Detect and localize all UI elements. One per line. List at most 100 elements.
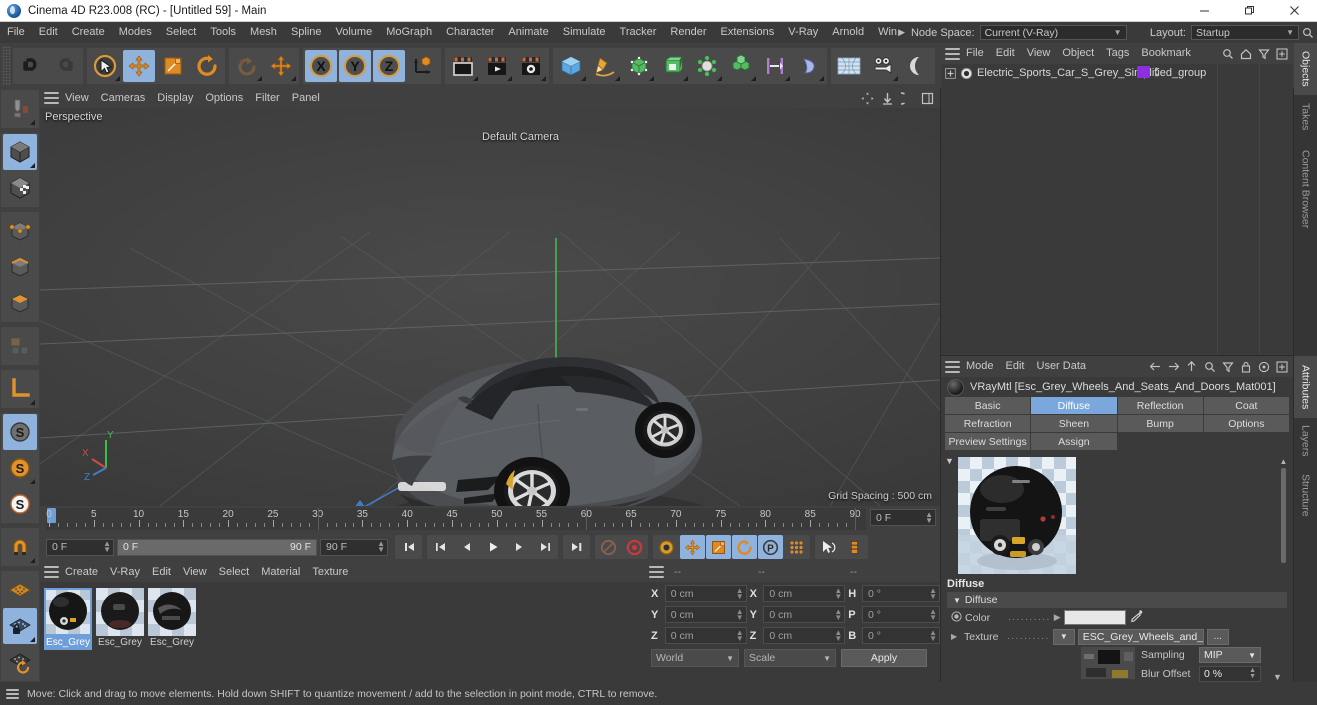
menu-tracker[interactable]: Tracker — [613, 22, 664, 43]
tab-objects[interactable]: Objects — [1294, 43, 1317, 95]
snap-quantize-button[interactable]: S — [3, 486, 37, 522]
menu-overflow-icon[interactable]: ▶ — [898, 27, 905, 38]
attributes-menu-edit[interactable]: Edit — [1000, 356, 1031, 377]
world-object-coordinate-button[interactable] — [407, 50, 439, 82]
target-icon[interactable] — [1256, 359, 1271, 374]
viewport-menu-display[interactable]: Display — [151, 88, 199, 108]
spinner-icon[interactable]: ▲ ▼ — [834, 607, 844, 621]
menu-vray[interactable]: V-Ray — [781, 22, 825, 43]
spinner-icon[interactable]: ▲ ▼ — [736, 607, 746, 621]
tab-options[interactable]: Options — [1203, 415, 1289, 432]
key-position-button[interactable] — [680, 535, 705, 559]
size-y-field[interactable]: 0 cm ▲ ▼ — [763, 606, 846, 623]
render-settings-button[interactable] — [515, 50, 547, 82]
color-channel-icon[interactable] — [951, 610, 962, 625]
uv-mode-button[interactable] — [3, 328, 37, 364]
chevron-right-icon[interactable]: ▶ — [1054, 612, 1061, 623]
tab-diffuse[interactable]: Diffuse — [1031, 397, 1117, 414]
spinner-icon[interactable]: ▲ ▼ — [929, 607, 939, 621]
mograph-effector-button[interactable] — [759, 50, 791, 82]
timeline-ruler[interactable]: 051015202530354045505560657075808590 — [46, 508, 866, 530]
material-menu-icon[interactable] — [44, 566, 59, 578]
status-menu-icon[interactable] — [6, 688, 19, 699]
rotation-p-field[interactable]: 0 ° ▲ ▼ — [861, 606, 940, 623]
scroll-up-icon[interactable]: ▲ — [1279, 458, 1288, 466]
rotation-h-field[interactable]: 0 ° ▲ ▼ — [861, 585, 940, 602]
nurbs-generator-button[interactable] — [623, 50, 655, 82]
spinner-icon[interactable]: ▲ ▼ — [929, 586, 939, 600]
key-rotation-button[interactable] — [732, 535, 757, 559]
render-view-button[interactable] — [447, 50, 479, 82]
keyframe-selection-button[interactable] — [654, 535, 679, 559]
material-item[interactable]: Esc_Grey — [148, 588, 196, 650]
objects-menu-file[interactable]: File — [960, 43, 990, 64]
lock-z-axis-button[interactable]: Z — [373, 49, 405, 82]
scale-tool-button[interactable] — [157, 50, 189, 82]
zoom-view-icon[interactable] — [880, 91, 894, 105]
texture-mode-button[interactable] — [3, 170, 37, 206]
menu-mograph[interactable]: MoGraph — [379, 22, 439, 43]
search-icon[interactable] — [1202, 359, 1217, 374]
viewport-menu-icon[interactable] — [44, 92, 59, 104]
go-to-start-button[interactable] — [396, 535, 421, 559]
object-tree[interactable]: Electric_Sports_Car_S_Grey_Simplified_gr… — [941, 64, 1293, 355]
position-y-field[interactable]: 0 cm ▲ ▼ — [664, 606, 747, 623]
material-menu-create[interactable]: Create — [59, 562, 104, 582]
material-menu-select[interactable]: Select — [213, 562, 256, 582]
back-arrow-icon[interactable] — [1148, 359, 1163, 374]
make-editable-button[interactable] — [3, 91, 37, 127]
go-to-previous-key-button[interactable] — [428, 535, 453, 559]
tab-sheen[interactable]: Sheen — [1031, 415, 1117, 432]
spinner-icon[interactable]: ▲ ▼ — [736, 586, 746, 600]
menu-edit[interactable]: Edit — [32, 22, 65, 43]
tab-coat[interactable]: Coat — [1203, 397, 1289, 414]
polygon-mode-button[interactable] — [3, 285, 37, 321]
blur-offset-field[interactable]: 0 % ▲ ▼ — [1199, 666, 1261, 682]
material-menu-material[interactable]: Material — [255, 562, 306, 582]
live-selection-tool-button[interactable] — [89, 50, 121, 82]
model-mode-button[interactable] — [3, 134, 37, 170]
timeline-start-field[interactable]: 0 F ▲ ▼ — [46, 538, 114, 556]
home-icon[interactable] — [1238, 46, 1253, 61]
key-parameter-button[interactable]: P — [758, 535, 783, 559]
step-forward-button[interactable] — [506, 535, 531, 559]
position-x-field[interactable]: 0 cm ▲ ▼ — [664, 585, 747, 602]
tab-attributes[interactable]: Attributes — [1294, 356, 1317, 418]
size-z-field[interactable]: 0 cm ▲ ▼ — [763, 627, 846, 644]
tab-assign[interactable]: Assign — [1031, 433, 1117, 450]
move-axis-tool-button[interactable] — [265, 50, 297, 82]
sky-grid-button[interactable] — [833, 50, 865, 82]
menu-arnold[interactable]: Arnold — [825, 22, 871, 43]
menu-render[interactable]: Render — [663, 22, 713, 43]
magnet-tool-button[interactable] — [3, 529, 37, 565]
object-tag-dots-icon[interactable] — [1154, 66, 1159, 81]
redo-button[interactable] — [49, 50, 81, 82]
objects-menu-bookmarks[interactable]: Bookmarks — [1135, 43, 1191, 64]
current-frame-field[interactable]: 0 F ▲ ▼ — [870, 509, 936, 526]
size-x-field[interactable]: 0 cm ▲ ▼ — [763, 585, 846, 602]
material-item[interactable]: Esc_Grey — [96, 588, 144, 650]
tab-bump[interactable]: Bump — [1117, 415, 1203, 432]
dynamic-place-tool-button[interactable]: A — [231, 50, 263, 82]
deformer-button[interactable] — [657, 50, 689, 82]
menu-modes[interactable]: Modes — [112, 22, 159, 43]
viewport-menu-cameras[interactable]: Cameras — [95, 88, 152, 108]
move-tool-button[interactable] — [123, 49, 155, 82]
objects-menu-object[interactable]: Object — [1056, 43, 1100, 64]
field-object-button[interactable] — [793, 50, 825, 82]
filter-icon[interactable] — [1256, 46, 1271, 61]
play-button[interactable] — [480, 535, 505, 559]
maximize-viewport-icon[interactable] — [920, 91, 934, 105]
go-to-end-button[interactable] — [564, 535, 589, 559]
step-back-button[interactable] — [454, 535, 479, 559]
texture-browse-button[interactable]: ... — [1206, 628, 1229, 645]
key-scale-button[interactable] — [706, 535, 731, 559]
material-menu-edit[interactable]: Edit — [146, 562, 177, 582]
objects-menu-icon[interactable] — [945, 47, 960, 60]
object-tag-swatch[interactable] — [1137, 65, 1150, 81]
objects-menu-edit[interactable]: Edit — [990, 43, 1021, 64]
lock-x-axis-button[interactable]: X — [305, 49, 337, 82]
viewport-menu-options[interactable]: Options — [199, 88, 249, 108]
menu-simulate[interactable]: Simulate — [556, 22, 613, 43]
viewport-menu-filter[interactable]: Filter — [249, 88, 285, 108]
